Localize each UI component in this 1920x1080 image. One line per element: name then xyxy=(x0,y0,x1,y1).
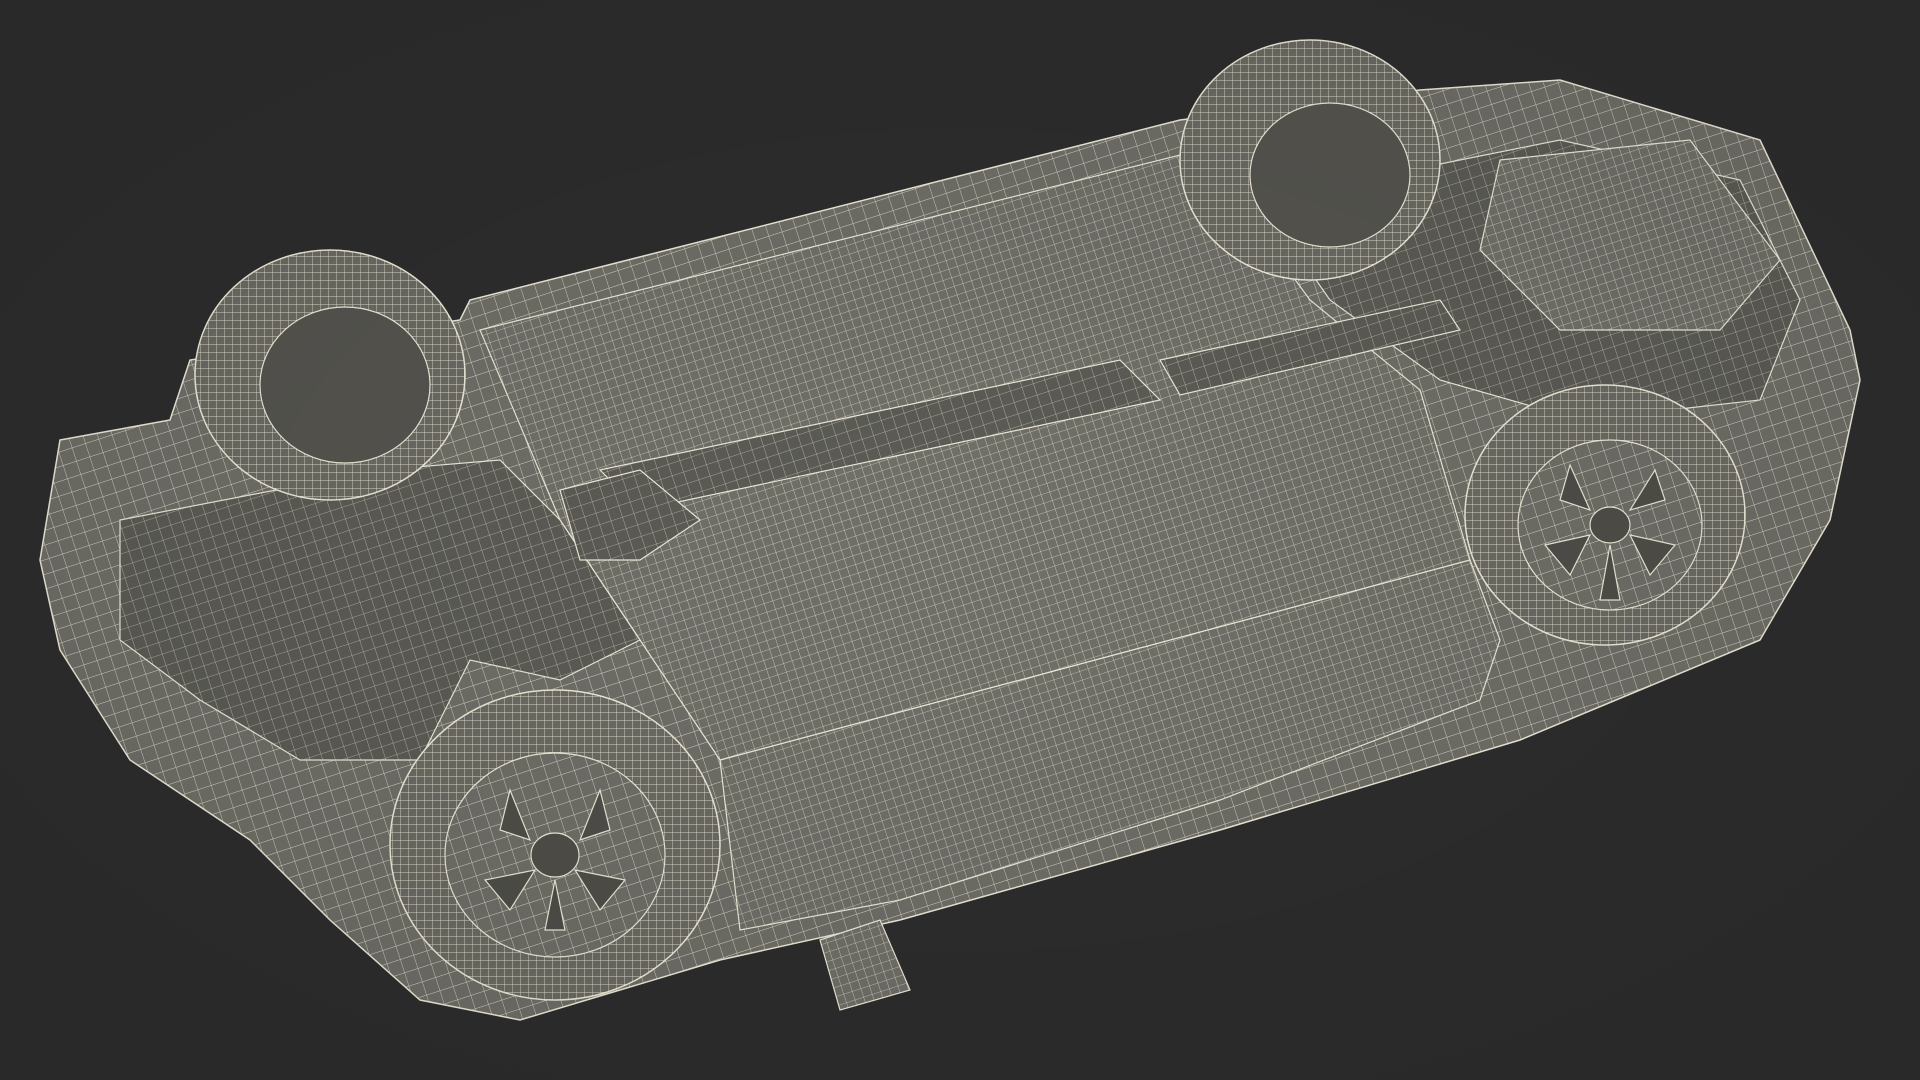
front-right-wheel xyxy=(1179,39,1441,281)
rear-right-wheel xyxy=(1464,384,1746,646)
rear-left-wheel xyxy=(389,689,721,1001)
render-viewport xyxy=(0,0,1920,1080)
car-underside-render xyxy=(0,0,1920,1080)
front-left-wheel xyxy=(194,249,466,501)
rim-hub xyxy=(530,832,580,878)
